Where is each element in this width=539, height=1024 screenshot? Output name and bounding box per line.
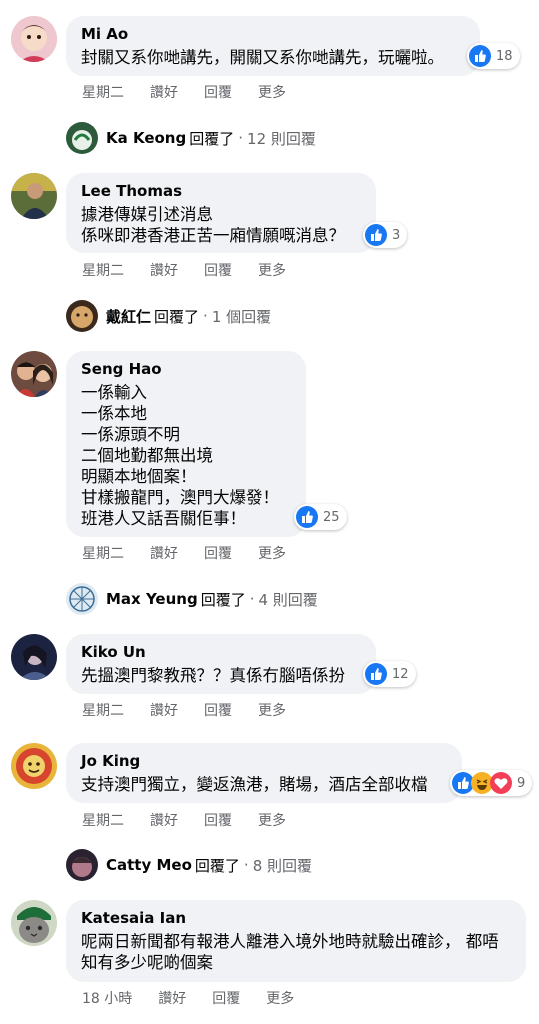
reaction-count: 9 [517,775,526,791]
reaction-count: 12 [392,666,409,682]
comment-actions: 星期二 讚好 回覆 更多 [82,700,312,720]
reply-link[interactable]: 回覆 [212,988,240,1008]
reply-separator: · [238,129,244,147]
love-reaction-icon [490,772,512,794]
comment-text: 支持澳門獨立，變返漁港，賭場，酒店全部收檔 [81,775,428,794]
reply-avatar [66,122,98,154]
like-link[interactable]: 讚好 [158,988,186,1008]
reaction-count: 3 [392,227,401,243]
comment-author[interactable]: Seng Hao [81,359,291,379]
reply-link[interactable]: 回覆 [204,700,232,720]
replies-summary[interactable]: Ka Keong 回覆了 · 12 則回覆 [66,122,316,154]
more-link[interactable]: 更多 [258,260,286,280]
reply-verb: 回覆了 [189,129,235,148]
avatar-photo [11,16,57,62]
reaction-summary[interactable]: 12 [363,661,416,687]
comment-timestamp[interactable]: 18 小時 [82,988,132,1008]
avatar-photo [11,173,57,219]
reply-link[interactable]: 回覆 [204,810,232,830]
comment-text: 呢兩日新聞都有報港人離港入境外地時就驗出確診， 都唔知有多少呢啲個案 [81,932,499,972]
comment-timestamp[interactable]: 星期二 [82,543,124,563]
avatar-photo [11,634,57,680]
comment-timestamp[interactable]: 星期二 [82,810,124,830]
avatar[interactable] [11,900,57,946]
reply-avatar [66,849,98,881]
avatar[interactable] [11,173,57,219]
more-link[interactable]: 更多 [258,543,286,563]
reply-verb: 回覆了 [194,856,240,875]
like-link[interactable]: 讚好 [150,82,178,102]
comment-bubble: Lee Thomas 據港傳媒引述消息 係咪即港香港正苦一廂情願嘅消息？ [66,173,376,253]
reaction-count: 18 [496,48,513,64]
like-reaction-icon [365,663,387,685]
avatar[interactable] [11,16,57,62]
comment-bubble: Jo King 支持澳門獨立，變返漁港，賭場，酒店全部收檔 [66,743,462,803]
reply-link[interactable]: 回覆 [204,543,232,563]
replies-summary[interactable]: 戴紅仁 回覆了 · 1 個回覆 [66,300,271,332]
replies-summary[interactable]: Catty Meo 回覆了 · 8 則回覆 [66,849,312,881]
avatar-photo [11,900,57,946]
comment-actions: 星期二 讚好 回覆 更多 [82,260,312,280]
comment-timestamp[interactable]: 星期二 [82,260,124,280]
avatar[interactable] [11,351,57,397]
comment-author[interactable]: Mi Ao [81,24,465,44]
avatar[interactable] [11,743,57,789]
more-link[interactable]: 更多 [258,700,286,720]
reply-verb: 回覆了 [200,590,246,609]
reply-author: Ka Keong [106,129,187,147]
reply-verb: 回覆了 [154,307,200,326]
avatar[interactable] [11,634,57,680]
reaction-summary[interactable]: 3 [363,222,408,248]
like-link[interactable]: 讚好 [150,810,178,830]
reply-count: 12 則回覆 [247,129,316,148]
like-link[interactable]: 讚好 [150,260,178,280]
comment-author[interactable]: Lee Thomas [81,181,361,201]
like-reaction-icon [296,506,318,528]
reply-author: Max Yeung [106,590,198,608]
comment-text: 一係輸入 一係本地 一係源頭不明 二個地勤都無出境 明顯本地個案！ 甘樣搬龍門，… [81,383,279,528]
comment-bubble: Katesaia Ian 呢兩日新聞都有報港人離港入境外地時就驗出確診， 都唔知… [66,900,526,982]
reply-avatar [66,583,98,615]
comment-text: 據港傳媒引述消息 係咪即港香港正苦一廂情願嘅消息？ [81,205,345,245]
comment-text: 封關又系你哋講先，開關又系你哋講先，玩曬啦。 [81,48,444,67]
reply-avatar [66,300,98,332]
reply-count: 8 則回覆 [252,856,312,875]
comment-actions: 星期二 讚好 回覆 更多 [82,543,312,563]
reply-author: 戴紅仁 [106,307,152,326]
reply-count: 1 個回覆 [211,307,272,326]
comment-timestamp[interactable]: 星期二 [82,700,124,720]
more-link[interactable]: 更多 [258,82,286,102]
comment-author[interactable]: Kiko Un [81,642,361,662]
avatar-photo [11,743,57,789]
reply-count: 4 則回覆 [258,590,318,609]
more-link[interactable]: 更多 [266,988,294,1008]
reply-author: Catty Meo [106,856,192,874]
reaction-summary[interactable]: 18 [467,43,520,69]
reply-separator: · [243,856,249,874]
reaction-count: 25 [323,509,340,525]
reply-separator: · [203,307,208,325]
comment-actions: 星期二 讚好 回覆 更多 [82,810,312,830]
reaction-summary[interactable]: 25 [294,504,347,530]
avatar-photo [11,351,57,397]
comment-bubble: Kiko Un 先搵澳門黎教飛？？真係冇腦唔係扮 [66,634,376,694]
comment-bubble: Mi Ao 封關又系你哋講先，開關又系你哋講先，玩曬啦。 [66,16,480,76]
comment-actions: 星期二 讚好 回覆 更多 [82,82,312,102]
reaction-summary[interactable]: 9 [450,770,533,796]
reply-link[interactable]: 回覆 [204,82,232,102]
comment-timestamp[interactable]: 星期二 [82,82,124,102]
like-reaction-icon [365,224,387,246]
like-reaction-icon [469,45,491,67]
comment-text: 先搵澳門黎教飛？？真係冇腦唔係扮 [81,666,345,685]
comment-author[interactable]: Jo King [81,751,447,771]
like-link[interactable]: 讚好 [150,700,178,720]
comment-bubble: Seng Hao 一係輸入 一係本地 一係源頭不明 二個地勤都無出境 明顯本地個… [66,351,306,537]
more-link[interactable]: 更多 [258,810,286,830]
comment-author[interactable]: Katesaia Ian [81,908,511,928]
reply-separator: · [249,590,255,608]
comment-actions: 18 小時 讚好 回覆 更多 [82,988,320,1008]
like-link[interactable]: 讚好 [150,543,178,563]
replies-summary[interactable]: Max Yeung 回覆了 · 4 則回覆 [66,583,318,615]
reply-link[interactable]: 回覆 [204,260,232,280]
